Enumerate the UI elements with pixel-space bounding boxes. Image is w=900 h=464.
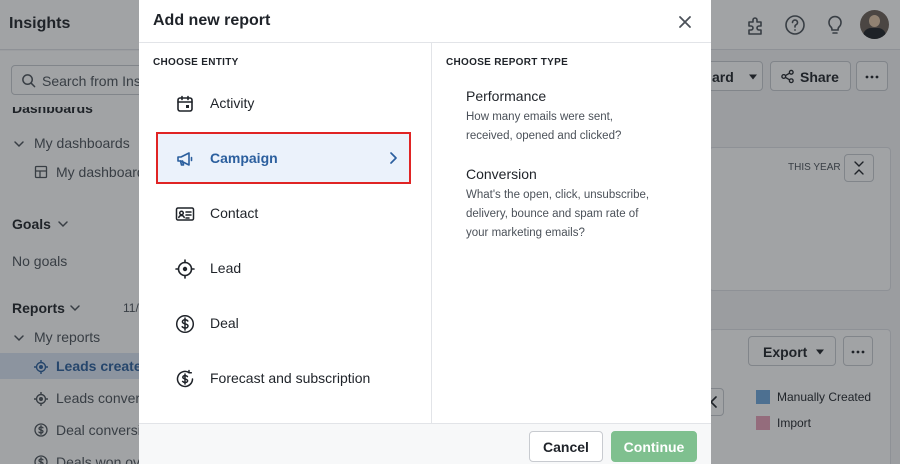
entity-option-lead[interactable]: Lead [156,242,411,294]
report-type-description: What's the open, click, unsubscribe, del… [466,189,650,239]
entity-label: Deal [210,315,239,331]
close-icon [679,16,691,28]
entity-option-forecast[interactable]: Forecast and subscription [156,352,411,404]
target-icon [175,259,195,279]
entity-label: Forecast and subscription [210,370,371,386]
chevron-right-icon [386,151,400,165]
entity-option-activity[interactable]: Activity [156,77,411,129]
modal-footer: Cancel Continue [139,423,711,464]
modal-header: Add new report [139,0,711,43]
entity-option-contact[interactable]: Contact [156,187,411,239]
choose-entity-label: CHOOSE ENTITY [153,57,239,68]
choose-report-type-label: CHOOSE REPORT TYPE [446,57,569,68]
calendar-icon [175,94,195,114]
report-type-conversion[interactable]: Conversion What's the open, click, unsub… [466,166,686,243]
dollar-refresh-icon [175,369,195,389]
modal-title: Add new report [153,12,271,29]
entity-label: Contact [210,205,259,221]
megaphone-icon [175,149,195,169]
entity-option-campaign[interactable]: Campaign [156,132,411,184]
entity-label: Lead [210,260,242,276]
entity-option-deal[interactable]: Deal [156,297,411,349]
report-type-performance[interactable]: Performance How many emails were sent, r… [466,88,686,146]
contact-card-icon [175,204,195,224]
close-button[interactable] [675,12,695,32]
report-type-title: Conversion [466,166,537,182]
entity-label: Activity [210,95,255,111]
continue-button[interactable]: Continue [611,431,697,462]
report-type-description: How many emails were sent, received, ope… [466,111,622,142]
entity-label: Campaign [210,150,278,166]
add-report-modal: Add new report CHOOSE ENTITY CHOOSE REPO… [139,0,711,464]
report-type-title: Performance [466,88,547,104]
cancel-button[interactable]: Cancel [529,431,603,462]
dollar-icon [175,314,195,334]
column-divider [431,43,432,423]
